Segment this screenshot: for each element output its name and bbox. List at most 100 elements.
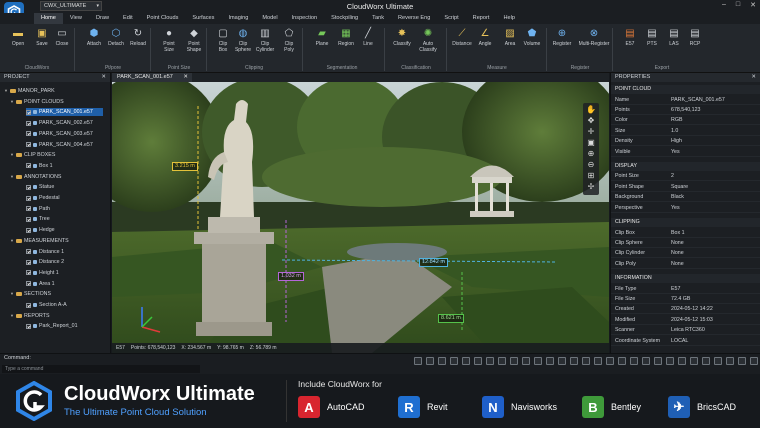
pan-hand-icon[interactable]: ✋: [586, 105, 596, 115]
property-section-header[interactable]: CLIPPING: [611, 218, 760, 227]
clip-sphere-button[interactable]: ◍ Clip Sphere: [231, 28, 255, 53]
viewport[interactable]: PARK_SCAN_001.e57 ✕ 3.215 m 1.032 m 12.8…: [112, 73, 609, 353]
snap-insert-icon[interactable]: [498, 357, 506, 365]
visibility-checkbox[interactable]: [26, 206, 31, 212]
tree-folder[interactable]: ▼ ANNOTATIONS: [10, 173, 61, 181]
tree-item[interactable]: PARK_SCAN_003.e57: [26, 130, 93, 138]
visibility-checkbox[interactable]: [26, 195, 31, 201]
zoom-out-icon[interactable]: ⊖: [586, 160, 596, 170]
visibility-checkbox[interactable]: [26, 259, 31, 265]
attach-button[interactable]: ⬢ Attach: [82, 28, 106, 47]
expand-arrow-icon[interactable]: ▼: [10, 312, 14, 320]
property-row[interactable]: Color RGB: [611, 116, 760, 126]
close-panel-icon[interactable]: ✕: [101, 73, 106, 82]
point-size-button[interactable]: ● Point Size: [157, 28, 181, 53]
menu-imaging[interactable]: Imaging: [221, 13, 255, 24]
otrack-icon[interactable]: [618, 357, 626, 365]
isolate-icon[interactable]: [702, 357, 710, 365]
close-window-icon[interactable]: ✕: [750, 1, 756, 9]
close-button[interactable]: ▭ Close: [50, 28, 74, 47]
tree-item[interactable]: Height 1: [26, 269, 59, 277]
snap-intersection-icon[interactable]: [474, 357, 482, 365]
property-row[interactable]: Visible Yes: [611, 148, 760, 157]
tree-item[interactable]: PARK_SCAN_001.e57: [26, 108, 103, 117]
auto-classify-button[interactable]: ✺ Auto Classify: [416, 28, 440, 53]
distance-button[interactable]: ⟋ Distance: [450, 28, 474, 47]
property-row[interactable]: Modified 2024-05-12 15:03: [611, 316, 760, 325]
clean-screen-icon[interactable]: [726, 357, 734, 365]
tree-item[interactable]: Path: [26, 205, 50, 213]
tree-item[interactable]: Pedestal: [26, 194, 60, 202]
distance-measure-label-1[interactable]: 1.032 m: [278, 272, 304, 281]
tree-item[interactable]: PARK_SCAN_004.e57: [26, 141, 93, 149]
snap-node-icon[interactable]: [450, 357, 458, 365]
polar-icon[interactable]: [594, 357, 602, 365]
tree-item[interactable]: Box 1: [26, 162, 53, 170]
annotation-icon[interactable]: [678, 357, 686, 365]
clip-cylinder-button[interactable]: ▥ Clip Cylinder: [253, 28, 277, 53]
fit-view-icon[interactable]: ▣: [586, 138, 596, 148]
visibility-checkbox[interactable]: [26, 302, 31, 308]
workspace-icon[interactable]: [690, 357, 698, 365]
visibility-checkbox[interactable]: [26, 131, 31, 137]
distance-measure-label-2[interactable]: 12.842 m: [419, 258, 448, 267]
zoom-in-icon[interactable]: ⊕: [586, 149, 596, 159]
tree-item[interactable]: Statue: [26, 183, 54, 191]
tree-item[interactable]: Distance 1: [26, 248, 64, 256]
snap-nearest-icon[interactable]: [534, 357, 542, 365]
clip-poly-button[interactable]: ⬠ Clip Poly: [277, 28, 301, 53]
product-bricscad[interactable]: ✈ BricsCAD: [668, 396, 736, 418]
product-autocad[interactable]: A AutoCAD: [298, 396, 365, 418]
visibility-checkbox[interactable]: [26, 184, 31, 190]
dynamic-input-icon[interactable]: [630, 357, 638, 365]
settings-icon[interactable]: [750, 357, 758, 365]
property-row[interactable]: Density High: [611, 137, 760, 147]
menu-report[interactable]: Report: [466, 13, 497, 24]
visibility-checkbox[interactable]: [26, 142, 31, 147]
line-button[interactable]: ╱ Line: [356, 28, 380, 47]
lineweight-icon[interactable]: [642, 357, 650, 365]
orbit-icon[interactable]: ✛: [586, 127, 596, 137]
property-row[interactable]: Created 2024-05-12 14:22: [611, 305, 760, 315]
visibility-checkbox[interactable]: [26, 163, 31, 169]
visibility-checkbox[interactable]: [26, 216, 31, 222]
tree-item[interactable]: Park_Report_01: [26, 322, 78, 330]
property-section-header[interactable]: POINT CLOUD: [611, 85, 760, 94]
property-row[interactable]: Clip Box Box 1: [611, 229, 760, 238]
customize-icon[interactable]: [738, 357, 746, 365]
snap-midpoint-icon[interactable]: [426, 357, 434, 365]
area-button[interactable]: ▨ Area: [498, 28, 522, 47]
register-button[interactable]: ⊕ Register: [550, 28, 574, 47]
tree-item[interactable]: Tree: [26, 215, 50, 223]
property-row[interactable]: Name PARK_SCAN_001.e57: [611, 96, 760, 105]
tree-folder[interactable]: ▼ CLIP BOXES: [10, 151, 55, 159]
snap-extension-icon[interactable]: [486, 357, 494, 365]
tree-item[interactable]: Section A-A: [26, 301, 67, 309]
property-row[interactable]: Point Size 2: [611, 172, 760, 182]
visibility-checkbox[interactable]: [26, 227, 31, 233]
plane-button[interactable]: ▰ Plane: [310, 28, 334, 47]
property-row[interactable]: Points 678,540,123: [611, 106, 760, 115]
tree-folder[interactable]: ▼ MEASUREMENTS: [10, 237, 69, 245]
expand-arrow-icon[interactable]: ▼: [10, 151, 14, 159]
property-row[interactable]: Clip Sphere None: [611, 239, 760, 248]
minimize-icon[interactable]: –: [722, 1, 726, 9]
product-bentley[interactable]: B Bentley: [582, 396, 641, 418]
reload-button[interactable]: ↻ Reload: [126, 28, 150, 47]
visibility-checkbox[interactable]: [26, 323, 31, 329]
transparency-icon[interactable]: [654, 357, 662, 365]
selection-cycling-icon[interactable]: [666, 357, 674, 365]
zoom-extents-icon[interactable]: ⊞: [586, 171, 596, 181]
volume-button[interactable]: ⬟ Volume: [520, 28, 544, 47]
classify-button[interactable]: ✸ Classify: [390, 28, 414, 47]
menu-model[interactable]: Model: [255, 13, 284, 24]
menu-home[interactable]: Home: [34, 13, 63, 24]
maximize-icon[interactable]: □: [736, 1, 740, 9]
menu-view[interactable]: View: [63, 13, 89, 24]
point-cloud-scene[interactable]: [112, 82, 609, 353]
tree-item[interactable]: Distance 2: [26, 258, 64, 266]
snap-endpoint-icon[interactable]: [414, 357, 422, 365]
height-measure-label[interactable]: 3.215 m: [172, 162, 198, 171]
visibility-checkbox[interactable]: [26, 109, 31, 115]
tree-folder[interactable]: ▼ REPORTS: [10, 312, 49, 320]
